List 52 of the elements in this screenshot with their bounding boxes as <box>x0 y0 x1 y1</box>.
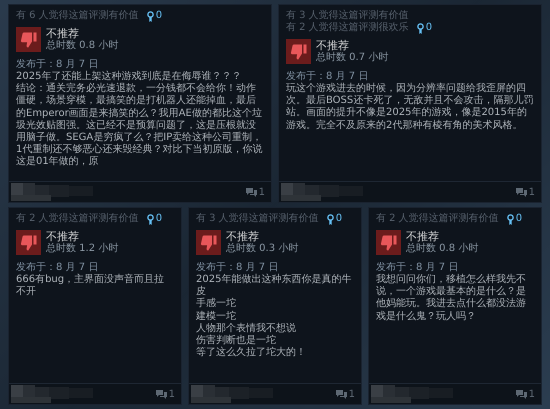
post-date: 发布于：8 月 7 日 <box>16 262 100 274</box>
post-date: 发布于：8 月 7 日 <box>16 59 100 70</box>
helpful-count: 有 3 人觉得这篇评测有价值 <box>196 213 319 225</box>
comment-count[interactable]: 1 <box>528 186 535 198</box>
comment-count[interactable]: 1 <box>528 388 535 400</box>
helpful-count: 有 6 人觉得这篇评测有价值 <box>16 10 139 22</box>
award-icon <box>146 214 154 224</box>
review-text: 2025年能做出这种东西你是真的牛皮 <box>196 274 352 298</box>
comment-icon <box>156 389 167 399</box>
helpful-count: 有 2 人觉得这篇评测有价值 <box>376 213 499 225</box>
review-text: 我想问问你们，移植怎么样我先不说，一个游戏最基本的是什么？是他妈能玩。我进去点什么都没法游戏是什么鬼？玩人吗？ <box>376 274 527 323</box>
post-date: 发布于：8 月 7 日 <box>286 71 370 82</box>
review-text: 人物那个表情我不想说 <box>196 322 297 334</box>
review-text: 玩这个游戏进去的时候，因为分辨率问题给我歪屏的四次。最后BOSS还卡死了，无敌并且不会攻击，隔那儿罚站。画面的提升不像是2025年的游戏，像是2015年的游戏。完全不及原来的2代那种有棱有角的美术风格。 <box>286 83 534 132</box>
helpful-count: 有 2 人觉得这篇评测很欢乐 <box>286 22 409 34</box>
verdict-title: 不推荐 <box>406 230 440 243</box>
play-hours: 总时数 0.7 小时 <box>316 52 388 64</box>
play-hours: 总时数 0.3 小时 <box>226 243 298 255</box>
play-hours: 总时数 0.8 小时 <box>46 40 118 52</box>
review-text: 建模一坨 <box>196 310 236 323</box>
review-text: 伤害判断也是一坨 <box>196 335 277 346</box>
comment-icon <box>516 389 527 399</box>
comment-icon <box>246 187 257 197</box>
award-count: 0 <box>516 213 522 225</box>
comment-count[interactable]: 1 <box>258 186 265 198</box>
post-date: 发布于：8 月 7 日 <box>376 262 460 274</box>
comment-count[interactable]: 1 <box>168 388 175 400</box>
award-icon <box>506 214 514 224</box>
helpful-count: 有 2 人觉得这篇评测有价值 <box>16 213 139 225</box>
verdict-title: 不推荐 <box>46 230 80 243</box>
review-text: 手感一坨 <box>196 298 237 310</box>
award-count: 0 <box>156 213 162 225</box>
play-hours: 总时数 1.2 小时 <box>46 243 118 255</box>
review-text: 666有bug，主界面没声音而且拉不开 <box>16 274 166 298</box>
award-icon <box>146 10 154 22</box>
comment-icon <box>336 389 347 399</box>
award-count: 0 <box>426 22 432 34</box>
verdict-title: 不推荐 <box>316 39 350 52</box>
comment-count[interactable]: 1 <box>348 388 355 400</box>
award-icon <box>326 214 334 224</box>
verdict-title: 不推荐 <box>46 27 80 40</box>
review-text: 结论：通关完务必光速退款，一分钱都不会给你！动作僵硬，场景穿模，最搞笑的是打机器人还能掉血，最后的Emperor画面是来搞笑的么？我用AE做的都比这个垃圾光效贴图强。这已经不是预算问题了，这是压根就没用脑子做。SEGA是穷疯了么？把IP卖给这种公司重制，1代重制还不够恶心还来毁经典？对比下当初原版，你说这是01年做的，原 <box>16 83 264 169</box>
award-count: 0 <box>156 10 162 22</box>
play-hours: 总时数 0.8 小时 <box>406 243 478 255</box>
comment-icon <box>516 187 527 197</box>
review-text: 2025年了还能上架这种游戏到底是在侮辱谁？？？ <box>16 71 242 82</box>
review-text: 等了这么久拉了坨大的！ <box>196 347 307 360</box>
helpful-count: 有 3 人觉得这篇评测有价值 <box>286 10 409 22</box>
award-count: 0 <box>336 213 342 225</box>
post-date: 发布于：8 月 7 日 <box>196 262 280 274</box>
verdict-title: 不推荐 <box>226 230 260 243</box>
award-icon <box>416 22 424 34</box>
